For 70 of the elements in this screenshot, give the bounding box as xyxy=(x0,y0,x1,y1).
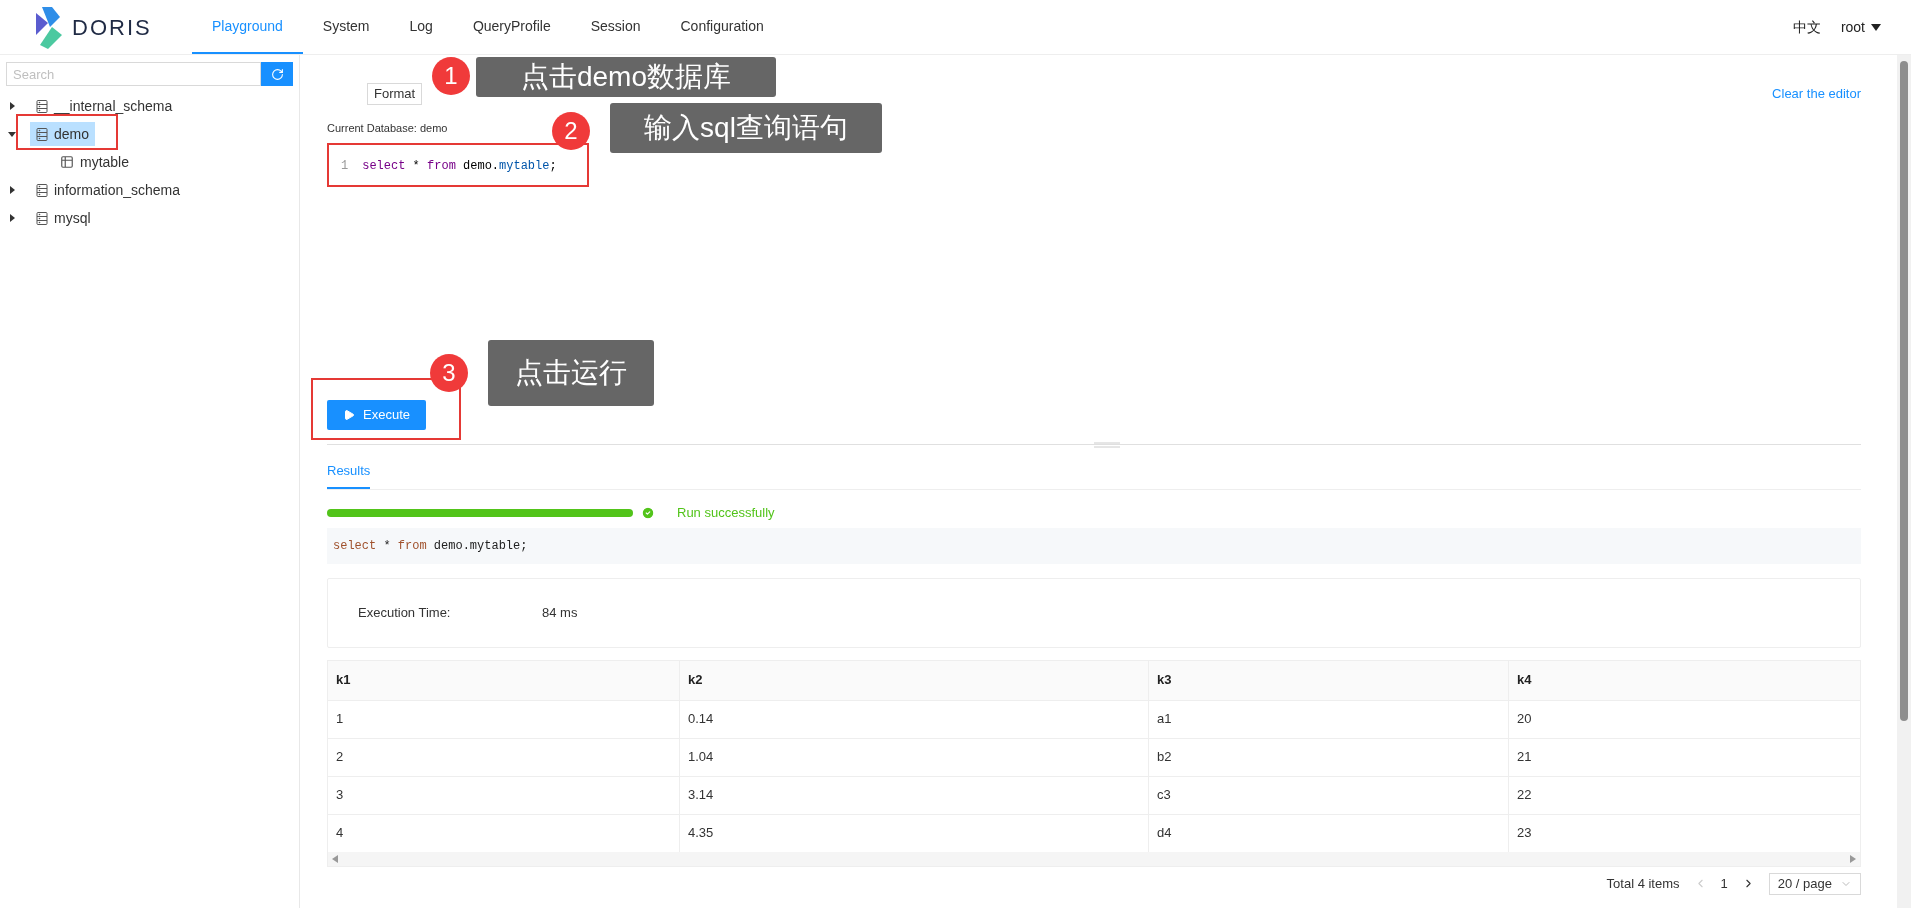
format-button[interactable]: Format xyxy=(367,83,423,105)
nav-tab[interactable]: Configuration xyxy=(660,0,784,54)
table-cell: 4.35 xyxy=(679,814,1148,852)
scrollbar[interactable] xyxy=(1897,55,1911,908)
page-number[interactable]: 1 xyxy=(1720,873,1728,894)
sql-preview: select * from demo.mytable; xyxy=(327,527,1861,564)
table-cell: 22 xyxy=(1508,776,1860,814)
nav-tab[interactable]: Session xyxy=(570,0,661,54)
caret-down-icon[interactable] xyxy=(8,130,16,138)
table-cell: 0.14 xyxy=(679,700,1148,738)
refresh-icon xyxy=(270,67,284,81)
database-icon xyxy=(36,127,48,141)
code-line: select * from demo.mytable; xyxy=(362,157,557,175)
nav-tab[interactable]: System xyxy=(302,0,390,54)
logo-icon xyxy=(34,5,64,49)
callout-tooltip: 点击demo数据库 xyxy=(476,57,776,97)
execution-time-value: 84 ms xyxy=(542,603,578,622)
tree-item[interactable]: information_schema xyxy=(30,178,187,202)
table-cell: 23 xyxy=(1508,814,1860,852)
tree-item[interactable]: mysql xyxy=(30,206,97,230)
nav-tab[interactable]: Log xyxy=(389,0,453,54)
resize-handle-icon[interactable] xyxy=(1094,441,1120,448)
database-icon xyxy=(36,183,48,197)
table-cell: 1.04 xyxy=(679,738,1148,776)
refresh-button[interactable] xyxy=(261,62,293,86)
scroll-right-icon[interactable] xyxy=(1850,854,1856,863)
column-header: k1 xyxy=(335,671,352,690)
page-size-select[interactable]: 20 / page xyxy=(1768,872,1861,895)
table-cell: b2 xyxy=(1148,738,1508,776)
caret-right-icon[interactable] xyxy=(8,102,16,110)
caret-right-icon[interactable] xyxy=(8,214,16,222)
table-cell: 20 xyxy=(1508,700,1860,738)
column-header: k4 xyxy=(1508,660,1860,700)
table-cell-text: 2 xyxy=(335,748,345,767)
callout-tooltip: 输入sql查询语句 xyxy=(610,103,882,153)
database-icon xyxy=(36,211,48,225)
callout-tooltip: 点击运行 xyxy=(488,340,654,406)
table-cell-text: 4 xyxy=(335,824,345,843)
table-cell-text: 3 xyxy=(335,786,345,805)
tree-item[interactable]: __internal_schema xyxy=(30,94,179,118)
user-menu[interactable]: root xyxy=(1840,16,1881,38)
table-cell: d4 xyxy=(1148,814,1508,852)
database-icon xyxy=(36,99,48,113)
line-number: 1 xyxy=(341,157,349,175)
language-label[interactable]: 中文 xyxy=(1792,16,1821,38)
scroll-left-icon[interactable] xyxy=(332,854,338,863)
step-badge: 1 xyxy=(432,57,470,95)
caret-down-icon xyxy=(1871,23,1881,31)
play-icon xyxy=(343,408,355,421)
execution-time-label: Execution Time: xyxy=(358,603,452,622)
current-database-label: Current Database: demo xyxy=(327,121,448,136)
table-cell: a1 xyxy=(1148,700,1508,738)
table-icon xyxy=(60,155,74,169)
caret-right-icon[interactable] xyxy=(8,186,16,194)
success-icon xyxy=(641,505,655,520)
tree-item[interactable]: demo xyxy=(30,122,96,146)
total-items: Total 4 items xyxy=(1606,874,1680,893)
table-cell-text: 1 xyxy=(335,710,345,729)
column-header: k2 xyxy=(679,660,1148,700)
nav-tab[interactable]: QueryProfile xyxy=(452,0,571,54)
step-badge: 3 xyxy=(430,354,468,392)
status-text: Run successfully xyxy=(677,503,775,522)
search-field[interactable]: Search xyxy=(6,62,261,86)
logo-text: DORIS xyxy=(72,13,152,42)
tree-item[interactable]: mytable xyxy=(54,150,136,174)
step-badge: 2 xyxy=(552,112,590,150)
table-cell: c3 xyxy=(1148,776,1508,814)
table-cell: 3.14 xyxy=(679,776,1148,814)
column-header: k3 xyxy=(1148,660,1508,700)
table-cell: 21 xyxy=(1508,738,1860,776)
